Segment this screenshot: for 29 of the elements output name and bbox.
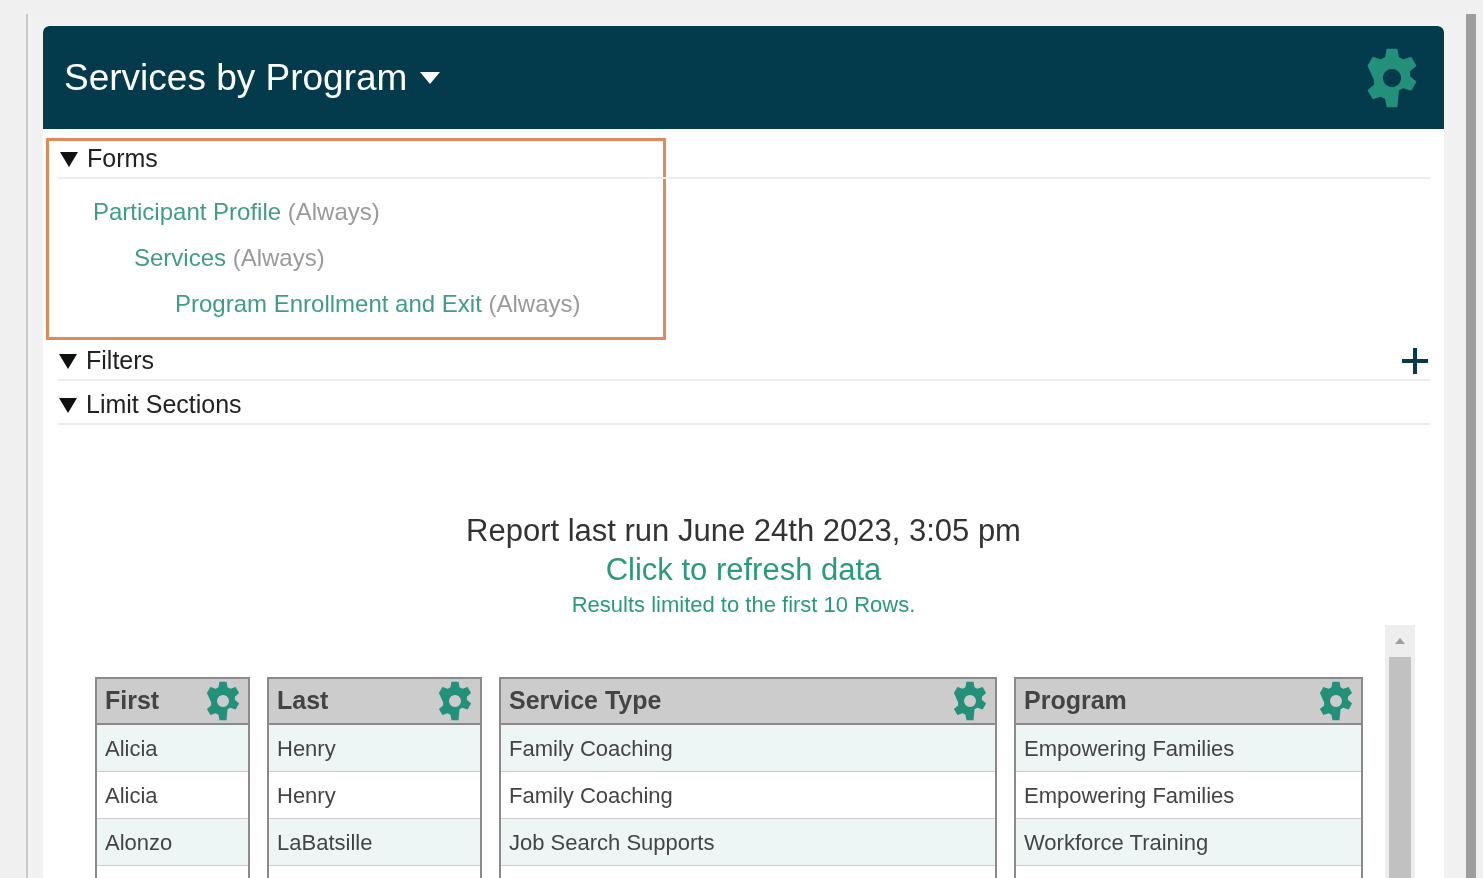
table-cell: Henry xyxy=(269,725,480,772)
section-title[interactable]: Filters xyxy=(86,342,155,380)
add-icon[interactable] xyxy=(1400,346,1430,376)
column-header[interactable]: Last xyxy=(269,679,480,725)
refresh-link[interactable]: Click to refresh data xyxy=(605,552,882,587)
table-cell: Family Coaching xyxy=(501,725,995,772)
table-cell: Alicia xyxy=(97,725,248,772)
table-cell: Empowering Families xyxy=(1016,725,1361,772)
table-cell: Workforce Training xyxy=(1016,819,1361,866)
expanded-triangle-icon[interactable] xyxy=(58,396,78,414)
form-link[interactable]: Program Enrollment and Exit (Always) xyxy=(175,281,663,327)
column-header[interactable]: First xyxy=(97,679,248,725)
scrollbar-thumb[interactable] xyxy=(1389,657,1411,878)
table-cell: Alonzo xyxy=(97,819,248,866)
last-run-text: Report last run June 24th 2023, 3:05 pm xyxy=(465,512,1022,550)
column-header[interactable]: Program xyxy=(1016,679,1361,725)
table-cell: LaBatsille xyxy=(269,819,480,866)
expanded-triangle-icon[interactable] xyxy=(59,150,79,168)
scrollbar[interactable] xyxy=(1385,625,1415,878)
form-link[interactable]: Participant Profile (Always) xyxy=(93,189,663,235)
table-cell: Job Search Supports xyxy=(501,819,995,866)
section-title[interactable]: Limit Sections xyxy=(86,386,242,424)
column-header[interactable]: Service Type xyxy=(501,679,995,725)
section-title[interactable]: Forms xyxy=(87,140,158,178)
form-link[interactable]: Services (Always) xyxy=(134,235,663,281)
report-title[interactable]: Services by Program xyxy=(64,49,408,106)
caret-icon[interactable] xyxy=(419,70,442,85)
limit-note: Results limited to the first 10 Rows. xyxy=(570,591,917,619)
expanded-triangle-icon[interactable] xyxy=(58,352,78,370)
